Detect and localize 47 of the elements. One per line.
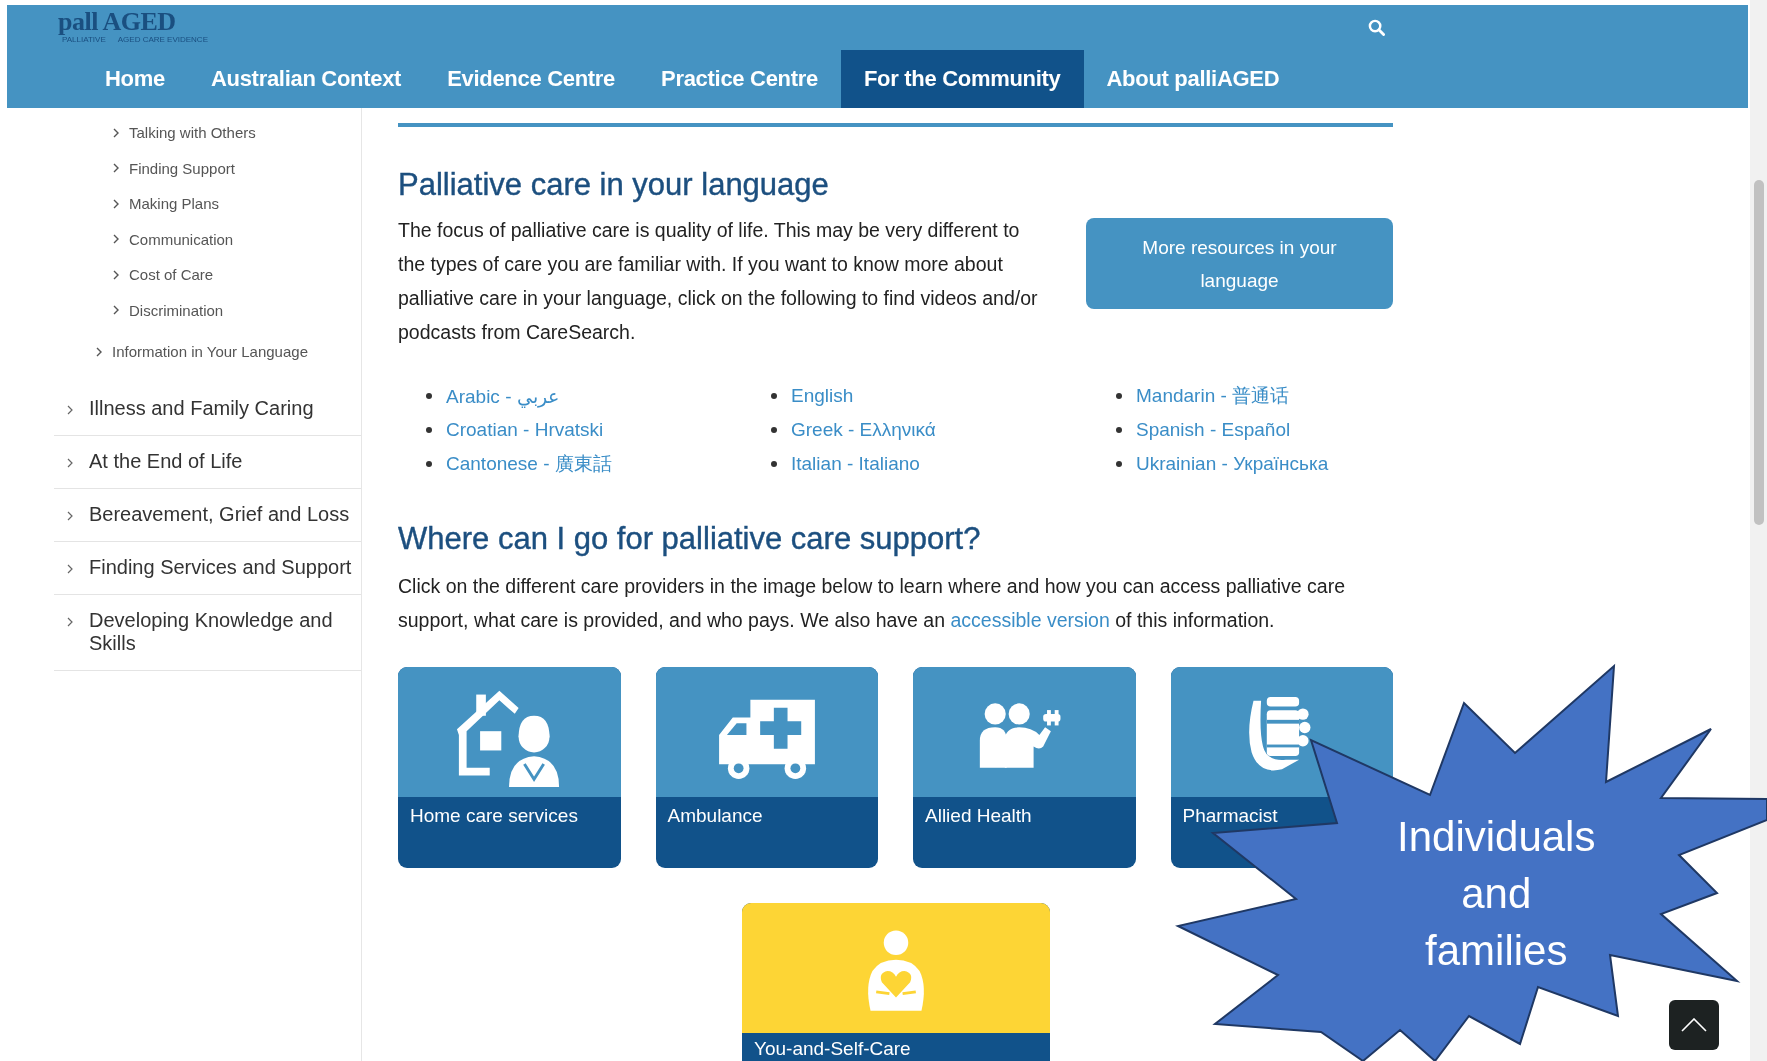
chevron-right-icon [113, 305, 119, 316]
sidebar-topic[interactable]: Bereavement, Grief and Loss [89, 503, 350, 526]
provider-tile[interactable]: Allied Health [913, 667, 1136, 868]
chevron-right-icon [113, 163, 119, 174]
chevron-right-icon [113, 234, 119, 245]
language-link[interactable]: Mandarin - 普通话 [1136, 383, 1290, 409]
chevron-right-icon [67, 458, 73, 468]
sidebar-item[interactable]: Information in Your Language [112, 343, 308, 360]
language-link[interactable]: Cantonese - 廣東話 [446, 451, 612, 477]
language-link[interactable]: Spanish - Español [1136, 419, 1291, 441]
sidebar-subitem[interactable]: Finding Support [129, 159, 235, 177]
section-heading: Palliative care in your language [398, 166, 830, 204]
nav-tab[interactable]: For the Community [840, 50, 1084, 108]
intro-paragraph: The focus of palliative care is quality of life. This may be very different to the types of care you are familiar with. If you want to know more about palliative care in your language, click on the following to find videos and/or podcasts from CareSearch. [398, 218, 1038, 345]
chevron-right-icon [113, 269, 119, 280]
language-link[interactable]: Italian - Italiano [791, 453, 920, 475]
sidebar-subitem[interactable]: Communication [129, 230, 234, 248]
language-link[interactable]: English [791, 385, 854, 407]
section-heading: Where can I go for palliative care support? [398, 520, 982, 558]
search-icon[interactable] [1368, 19, 1385, 36]
sidebar-topic[interactable]: At the End of Life [89, 450, 243, 473]
sidebar-topic[interactable]: Illness and Family Caring [89, 397, 314, 420]
chevron-up-icon [1681, 1018, 1707, 1032]
provider-tile[interactable]: Ambulance [655, 667, 878, 868]
sidebar-topic[interactable]: Finding Services and Support [89, 556, 352, 579]
sidebar-subitem[interactable]: Cost of Care [129, 266, 214, 284]
chevron-right-icon [67, 511, 73, 521]
chevron-right-icon [96, 346, 102, 357]
language-link[interactable]: Arabic - عربي [446, 384, 559, 408]
provider-tile[interactable]: Home care services [398, 667, 621, 868]
callout-text: Individuals and families [1397, 812, 1596, 976]
language-link[interactable]: Ukrainian - Українська [1136, 453, 1329, 475]
sidebar-subitem[interactable]: Making Plans [129, 195, 220, 213]
chevron-right-icon [67, 564, 73, 574]
sidebar-topic[interactable]: Developing Knowledge and Skills [89, 609, 361, 655]
accessible-version-link[interactable]: accessible version [950, 609, 1110, 631]
back-to-top-button[interactable] [1669, 1000, 1719, 1050]
chevron-right-icon [113, 127, 119, 138]
support-paragraph: Click on the different care providers in the image below to learn where and how you can access palliative care support, what care is provided, and who pays. We also have an accessible version of this information. [398, 574, 1346, 633]
chevron-right-icon [67, 405, 73, 415]
chevron-right-icon [113, 198, 119, 209]
sidebar-subitem[interactable]: Discrimination [129, 301, 224, 319]
self-care-tile[interactable]: You-and-Self-Care [742, 903, 1050, 1061]
sidebar-subitem[interactable]: Talking with Others [129, 124, 256, 142]
language-link[interactable]: Greek - Ελληνικά [791, 419, 936, 441]
chevron-right-icon [67, 617, 73, 627]
language-link[interactable]: Croatian - Hrvatski [446, 419, 604, 441]
